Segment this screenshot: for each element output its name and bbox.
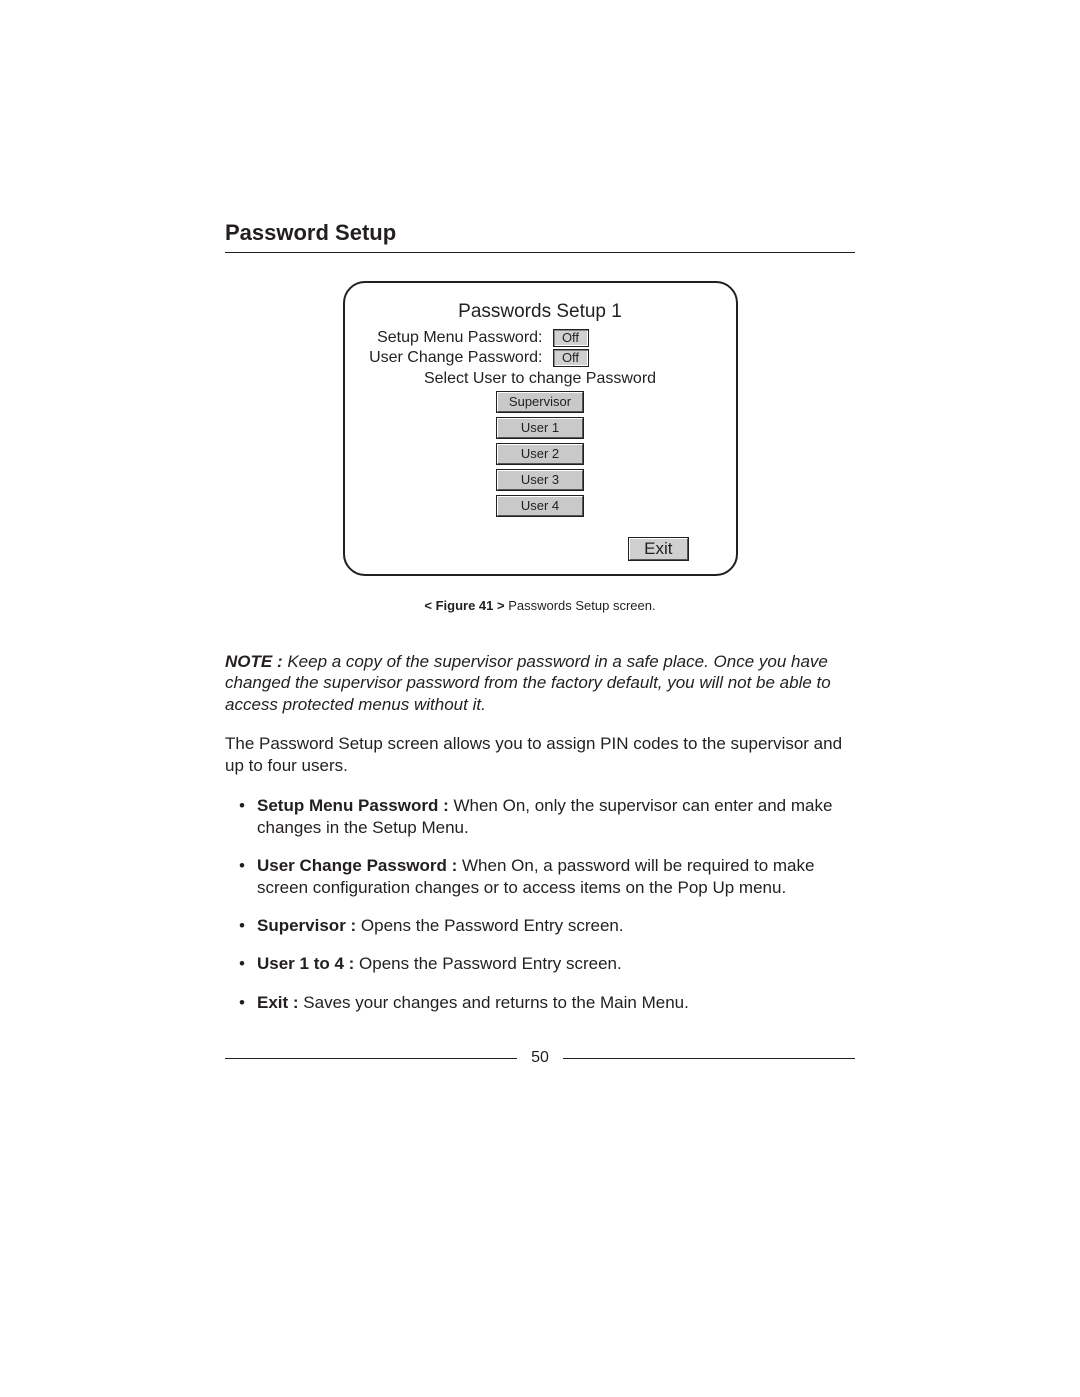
note-label: NOTE : <box>225 652 283 671</box>
note-paragraph: NOTE : Keep a copy of the supervisor pas… <box>225 651 855 715</box>
user-change-password-label: User Change Password: <box>363 349 553 367</box>
passwords-setup-screen: Passwords Setup 1 Setup Menu Password: O… <box>343 281 738 576</box>
user-4-button[interactable]: User 4 <box>497 496 583 516</box>
bullet-label: Supervisor : <box>257 916 356 935</box>
section-heading: Password Setup <box>225 220 855 246</box>
setup-menu-password-toggle[interactable]: Off <box>553 329 589 347</box>
bullet-label: User Change Password : <box>257 856 457 875</box>
list-item: User Change Password : When On, a passwo… <box>239 855 855 899</box>
footer-rule-left <box>225 1058 517 1059</box>
bullet-text: Opens the Password Entry screen. <box>356 916 623 935</box>
list-item: User 1 to 4 : Opens the Password Entry s… <box>239 953 855 975</box>
figure-caption: < Figure 41 > Passwords Setup screen. <box>225 598 855 613</box>
exit-button[interactable]: Exit <box>629 538 687 560</box>
figure-caption-text: Passwords Setup screen. <box>505 598 656 613</box>
list-item: Supervisor : Opens the Password Entry sc… <box>239 915 855 937</box>
bullet-text: Saves your changes and returns to the Ma… <box>299 993 689 1012</box>
bullet-text: Opens the Password Entry screen. <box>354 954 621 973</box>
figure-caption-prefix: < Figure 41 > <box>424 598 504 613</box>
bullet-label: Setup Menu Password : <box>257 796 449 815</box>
user-change-password-row: User Change Password: Off <box>363 349 718 367</box>
supervisor-button[interactable]: Supervisor <box>497 392 583 412</box>
user-3-button[interactable]: User 3 <box>497 470 583 490</box>
user-1-button[interactable]: User 1 <box>497 418 583 438</box>
note-text: Keep a copy of the supervisor password i… <box>225 652 831 714</box>
body-paragraph: The Password Setup screen allows you to … <box>225 733 855 777</box>
bullet-list: Setup Menu Password : When On, only the … <box>225 795 855 1014</box>
user-2-button[interactable]: User 2 <box>497 444 583 464</box>
select-user-label: Select User to change Password <box>363 370 718 388</box>
list-item: Exit : Saves your changes and returns to… <box>239 992 855 1014</box>
page-number: 50 <box>531 1049 549 1067</box>
bullet-label: User 1 to 4 : <box>257 954 354 973</box>
screen-title: Passwords Setup 1 <box>363 301 718 323</box>
heading-rule <box>225 252 855 253</box>
page-footer: 50 <box>225 1049 855 1067</box>
bullet-label: Exit : <box>257 993 299 1012</box>
setup-menu-password-row: Setup Menu Password: Off <box>363 329 718 347</box>
list-item: Setup Menu Password : When On, only the … <box>239 795 855 839</box>
footer-rule-right <box>563 1058 855 1059</box>
setup-menu-password-label: Setup Menu Password: <box>363 329 553 347</box>
user-change-password-toggle[interactable]: Off <box>553 349 589 367</box>
